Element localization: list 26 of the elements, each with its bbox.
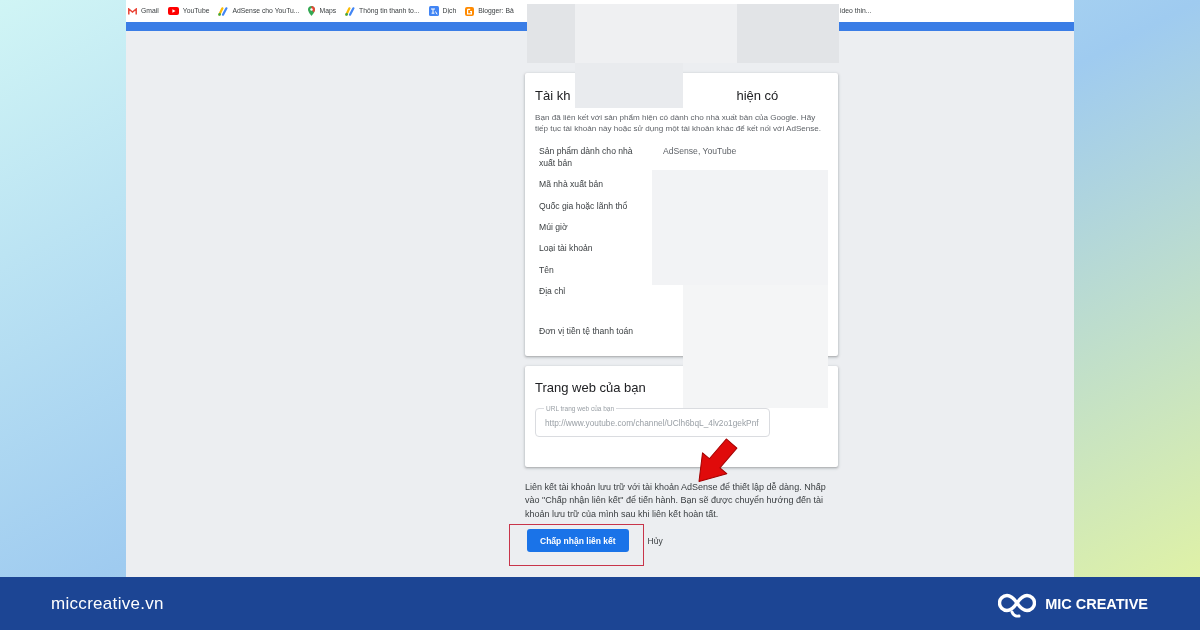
info-label: Quốc gia hoặc lãnh thổ (539, 199, 628, 212)
slanted-bars-icon (345, 6, 356, 16)
info-label: Mã nhà xuất bản (539, 178, 604, 191)
info-label: Địa chỉ (539, 285, 566, 298)
play-button-icon (167, 7, 179, 15)
tile-icon (465, 6, 475, 16)
info-label: Sản phẩm dành cho nhà xuất bản (539, 145, 634, 169)
card-title: hiện có (736, 87, 779, 105)
card-description: Bạn đã liên kết với sản phẩm hiện có dành cho nhà xuất bản của Google. Hãy tiếp tục tài khoản này hoặc sử dụng một tài khoản khác để kết nối với AdSense. (535, 112, 823, 134)
info-label: Tên (539, 263, 554, 276)
mail-icon (128, 7, 137, 15)
primary-button[interactable]: Chấp nhận liên kết (527, 529, 629, 553)
slanted-bars-icon (218, 6, 229, 16)
info-paragraph: Liên kết tài khoản lưu trữ với tài khoản AdSense để thiết lập dễ dàng. Nhấp vào "Chấp nhận liên kết" để tiến hành. Bạn sẽ được chuyển hướng đến tài khoản lưu trữ của mình sau khi liên kết hoàn tất. (525, 480, 827, 521)
brand-name: MIC CREATIVE (1045, 595, 1148, 612)
site-url: miccreative.vn (51, 593, 164, 614)
info-value: AdSense, YouTube (663, 145, 737, 157)
info-label: Múi giờ (539, 221, 568, 234)
text-button[interactable]: Hủy (645, 531, 665, 550)
annotation-arrow (698, 437, 738, 482)
map-pin-icon (308, 6, 316, 16)
card-title: Trang web của bạn (535, 378, 646, 397)
card-title: Tài kh (535, 87, 571, 105)
translate-icon (428, 6, 439, 16)
info-label: Đơn vị tiền tệ thanh toán (539, 324, 634, 337)
info-label: Loại tài khoản (539, 242, 593, 255)
